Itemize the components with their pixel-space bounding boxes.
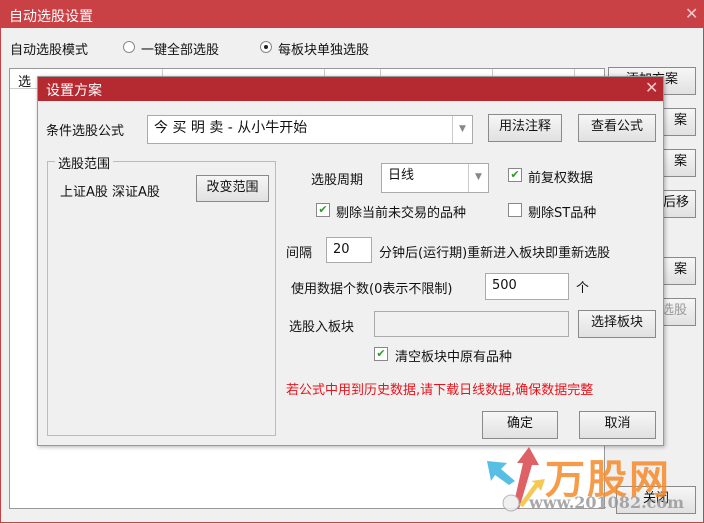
chevron-down-icon[interactable]: ▼ — [452, 116, 472, 143]
exclude-st-checkbox[interactable] — [508, 203, 522, 217]
scheme-dialog: 设置方案 ✕ 条件选股公式 今 买 明 卖 - 从小牛开始 ▼ 用法注释 查看公式… — [37, 76, 664, 446]
interval-input[interactable]: 20 — [326, 237, 372, 263]
range-group — [47, 161, 276, 436]
clear-block-checkbox[interactable]: ✔ — [374, 347, 388, 361]
exclude-untraded-checkbox[interactable]: ✔ — [316, 203, 330, 217]
target-block-label: 选股入板块 — [289, 320, 355, 335]
range-value: 上证A股 深证A股 — [60, 185, 160, 200]
cancel-button[interactable]: 取消 — [579, 411, 656, 439]
radio-all-label: 一键全部选股 — [141, 43, 220, 58]
formula-value: 今 买 明 卖 - 从小牛开始 — [154, 120, 308, 136]
exclude-untraded-label: 剔除当前未交易的品种 — [336, 206, 467, 221]
formula-label: 条件选股公式 — [46, 124, 125, 139]
dialog-close-icon[interactable]: ✕ — [645, 78, 658, 97]
mode-label: 自动选股模式 — [10, 43, 89, 58]
history-data-warning: 若公式中用到历史数据,请下载日线数据,确保数据完整 — [286, 383, 594, 398]
column-header[interactable]: 选 — [18, 71, 31, 90]
interval-label: 间隔 — [286, 246, 313, 261]
adjust-checkbox[interactable]: ✔ — [508, 168, 522, 182]
view-formula-button[interactable]: 查看公式 — [578, 114, 656, 142]
adjust-label: 前复权数据 — [528, 171, 594, 186]
ok-button[interactable]: 确定 — [482, 411, 558, 439]
data-count-unit: 个 — [576, 281, 590, 296]
window-title: 自动选股设置 — [9, 9, 93, 25]
radio-all[interactable] — [123, 41, 135, 53]
select-block-button[interactable]: 选择板块 — [578, 310, 656, 338]
clear-block-label: 清空板块中原有品种 — [395, 350, 513, 365]
interval-suffix: 分钟后(运行期)重新进入板块即重新选股 — [379, 246, 611, 261]
chevron-down-icon[interactable]: ▼ — [468, 164, 488, 192]
target-block-input[interactable] — [374, 311, 569, 337]
dialog-title-bar: 设置方案 — [38, 77, 663, 101]
range-group-label: 选股范围 — [55, 153, 114, 172]
exclude-st-label: 剔除ST品种 — [528, 206, 597, 221]
change-range-button[interactable]: 改变范围 — [196, 175, 269, 202]
close-button[interactable]: 关闭 — [616, 486, 696, 514]
radio-per-block-label: 每板块单独选股 — [278, 43, 370, 58]
data-count-label: 使用数据个数(0表示不限制) — [291, 282, 453, 297]
period-value: 日线 — [388, 168, 415, 183]
close-icon[interactable]: ✕ — [685, 4, 698, 23]
period-label: 选股周期 — [311, 173, 364, 188]
formula-select[interactable]: 今 买 明 卖 - 从小牛开始 ▼ — [147, 115, 473, 144]
radio-per-block[interactable] — [260, 41, 272, 53]
period-select[interactable]: 日线 ▼ — [381, 163, 489, 193]
dialog-title: 设置方案 — [46, 83, 102, 99]
data-count-input[interactable]: 500 — [485, 273, 569, 300]
usage-notes-button[interactable]: 用法注释 — [488, 114, 562, 142]
title-bar: 自动选股设置 — [1, 1, 704, 28]
